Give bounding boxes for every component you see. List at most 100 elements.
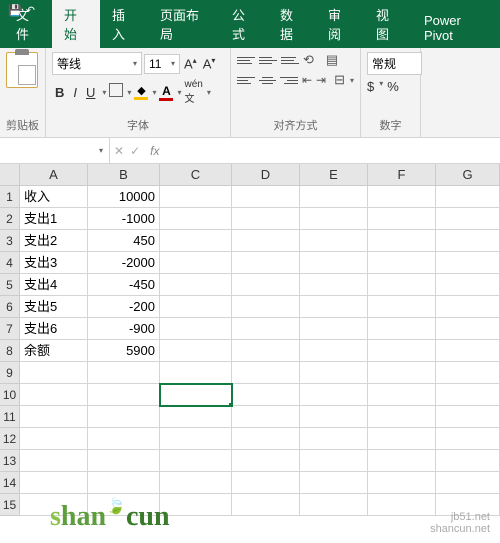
- border-button[interactable]: [109, 83, 123, 102]
- cell-D8[interactable]: [232, 340, 300, 362]
- increase-font-icon[interactable]: A▴: [182, 56, 199, 71]
- cell-G5[interactable]: [436, 274, 500, 296]
- tab-审阅[interactable]: 审阅: [316, 0, 364, 48]
- cell-A3[interactable]: 支出2: [20, 230, 88, 252]
- font-color-button[interactable]: A: [159, 84, 173, 101]
- cell-F15[interactable]: [368, 494, 436, 516]
- tab-页面布局[interactable]: 页面布局: [148, 0, 220, 48]
- cell-D6[interactable]: [232, 296, 300, 318]
- cell-B14[interactable]: [88, 472, 160, 494]
- tab-开始[interactable]: 开始: [52, 0, 100, 48]
- cell-G4[interactable]: [436, 252, 500, 274]
- tab-公式[interactable]: 公式: [220, 0, 268, 48]
- merge-button[interactable]: ⊟: [334, 72, 345, 88]
- row-header-14[interactable]: 14: [0, 472, 20, 494]
- cell-E12[interactable]: [300, 428, 368, 450]
- chevron-down-icon[interactable]: ▾: [127, 88, 131, 97]
- tab-视图[interactable]: 视图: [364, 0, 412, 48]
- cell-G9[interactable]: [436, 362, 500, 384]
- phonetic-button[interactable]: wén文: [184, 79, 202, 105]
- underline-button[interactable]: U: [83, 84, 98, 101]
- cell-D14[interactable]: [232, 472, 300, 494]
- cell-F6[interactable]: [368, 296, 436, 318]
- decrease-indent-button[interactable]: ⇤: [302, 73, 312, 87]
- cell-E9[interactable]: [300, 362, 368, 384]
- cell-A9[interactable]: [20, 362, 88, 384]
- chevron-down-icon[interactable]: ▾: [177, 88, 181, 97]
- cell-F13[interactable]: [368, 450, 436, 472]
- row-header-7[interactable]: 7: [0, 318, 20, 340]
- cell-B2[interactable]: -1000: [88, 208, 160, 230]
- wrap-text-button[interactable]: ▤: [326, 52, 338, 68]
- cell-D13[interactable]: [232, 450, 300, 472]
- cell-F11[interactable]: [368, 406, 436, 428]
- cell-F9[interactable]: [368, 362, 436, 384]
- row-header-10[interactable]: 10: [0, 384, 20, 406]
- percent-button[interactable]: %: [387, 79, 399, 94]
- align-left-button[interactable]: [237, 72, 255, 88]
- cell-B11[interactable]: [88, 406, 160, 428]
- col-header-D[interactable]: D: [232, 164, 300, 186]
- tab-插入[interactable]: 插入: [100, 0, 148, 48]
- align-right-button[interactable]: [280, 72, 298, 88]
- cell-E6[interactable]: [300, 296, 368, 318]
- cell-C7[interactable]: [160, 318, 232, 340]
- cell-A2[interactable]: 支出1: [20, 208, 88, 230]
- cell-F12[interactable]: [368, 428, 436, 450]
- cell-C4[interactable]: [160, 252, 232, 274]
- cell-B13[interactable]: [88, 450, 160, 472]
- currency-button[interactable]: $: [367, 79, 374, 94]
- cell-G11[interactable]: [436, 406, 500, 428]
- cell-A1[interactable]: 收入: [20, 186, 88, 208]
- fx-icon[interactable]: fx: [150, 144, 159, 158]
- cell-E10[interactable]: [300, 384, 368, 406]
- cell-B12[interactable]: [88, 428, 160, 450]
- align-middle-button[interactable]: [259, 52, 277, 68]
- col-header-C[interactable]: C: [160, 164, 232, 186]
- cell-B9[interactable]: [88, 362, 160, 384]
- row-header-2[interactable]: 2: [0, 208, 20, 230]
- cell-D2[interactable]: [232, 208, 300, 230]
- align-top-button[interactable]: [237, 52, 255, 68]
- cell-C10[interactable]: [160, 384, 232, 406]
- cell-E15[interactable]: [300, 494, 368, 516]
- cell-F7[interactable]: [368, 318, 436, 340]
- cell-C11[interactable]: [160, 406, 232, 428]
- name-box[interactable]: ▾: [0, 138, 110, 163]
- cell-A14[interactable]: [20, 472, 88, 494]
- cell-C14[interactable]: [160, 472, 232, 494]
- align-bottom-button[interactable]: [281, 52, 299, 68]
- col-header-E[interactable]: E: [300, 164, 368, 186]
- cell-E3[interactable]: [300, 230, 368, 252]
- font-name-select[interactable]: 等线 ▾: [52, 52, 142, 75]
- cell-A6[interactable]: 支出5: [20, 296, 88, 318]
- cell-E13[interactable]: [300, 450, 368, 472]
- cell-F5[interactable]: [368, 274, 436, 296]
- decrease-font-icon[interactable]: A▾: [201, 56, 218, 71]
- increase-indent-button[interactable]: ⇥: [316, 73, 326, 87]
- cell-D7[interactable]: [232, 318, 300, 340]
- cell-B10[interactable]: [88, 384, 160, 406]
- cell-C12[interactable]: [160, 428, 232, 450]
- cell-E14[interactable]: [300, 472, 368, 494]
- cell-C1[interactable]: [160, 186, 232, 208]
- cell-E5[interactable]: [300, 274, 368, 296]
- row-header-5[interactable]: 5: [0, 274, 20, 296]
- cell-E11[interactable]: [300, 406, 368, 428]
- row-header-12[interactable]: 12: [0, 428, 20, 450]
- cell-G13[interactable]: [436, 450, 500, 472]
- cell-D4[interactable]: [232, 252, 300, 274]
- cell-C2[interactable]: [160, 208, 232, 230]
- cell-F8[interactable]: [368, 340, 436, 362]
- chevron-down-icon[interactable]: ▾: [102, 88, 106, 97]
- col-header-F[interactable]: F: [368, 164, 436, 186]
- cell-G10[interactable]: [436, 384, 500, 406]
- fill-color-button[interactable]: ◆: [134, 84, 148, 100]
- bold-button[interactable]: B: [52, 84, 67, 101]
- cell-D3[interactable]: [232, 230, 300, 252]
- chevron-down-icon[interactable]: ▾: [152, 88, 156, 97]
- row-header-15[interactable]: 15: [0, 494, 20, 516]
- row-header-8[interactable]: 8: [0, 340, 20, 362]
- cell-G6[interactable]: [436, 296, 500, 318]
- cell-G1[interactable]: [436, 186, 500, 208]
